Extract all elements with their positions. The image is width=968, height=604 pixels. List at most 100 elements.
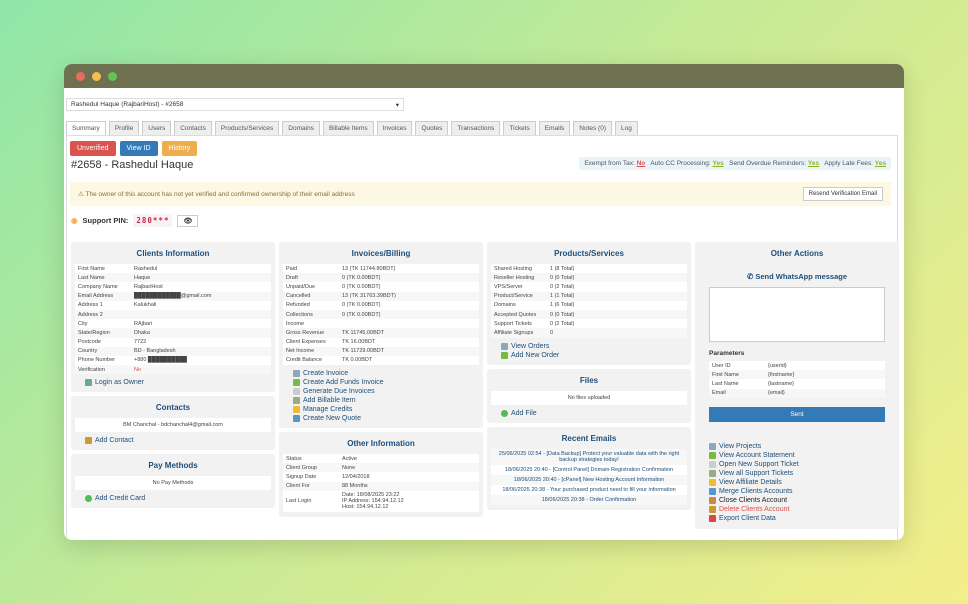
action-icon xyxy=(709,497,716,504)
client-select[interactable]: Rashedul Haque (RajbariHost) - #2658▾ xyxy=(66,98,404,111)
column-4: Other Actions ✆ Send WhatsApp message Pa… xyxy=(695,242,899,533)
add-new-order-link[interactable]: Add New Order xyxy=(491,351,687,360)
table-row: State/RegionDhaka xyxy=(75,328,271,337)
email-item[interactable]: 18/06/2025 20:40 - [cPanel] New Hosting … xyxy=(491,475,687,485)
column-3: Products/Services Shared Hosting1 (8 Tot… xyxy=(487,242,691,514)
table-row: Income xyxy=(283,319,479,328)
late-toggle[interactable]: Yes xyxy=(875,160,886,167)
merge-clients-accounts-link[interactable]: Merge Clients Accounts xyxy=(699,487,895,496)
row-label: Domains xyxy=(491,301,547,310)
create-add-funds-invoice-link[interactable]: Create Add Funds Invoice xyxy=(283,378,479,387)
tab-quotes[interactable]: Quotes xyxy=(415,121,448,135)
table-row: StatusActive xyxy=(283,454,479,463)
browser-window: Rashedul Haque (RajbariHost) - #2658▾ Su… xyxy=(64,64,904,540)
tab-domains[interactable]: Domains xyxy=(282,121,320,135)
add-contact-link[interactable]: Add Contact xyxy=(75,432,271,445)
view-id-button[interactable]: View ID xyxy=(120,141,158,156)
email-item[interactable]: 25/06/2025 02:54 - [Data Backup] Protect… xyxy=(491,449,687,465)
email-item[interactable]: 18/06/2025 20:38 - Your purchased produc… xyxy=(491,485,687,495)
table-row: Postcode7722 xyxy=(75,338,271,347)
action-icon xyxy=(709,461,716,468)
verification-alert: ⚠ The owner of this account has not yet … xyxy=(70,182,891,206)
reveal-pin-button[interactable]: 👁 xyxy=(177,215,198,227)
close-clients-account-link[interactable]: Close Clients Account xyxy=(699,496,895,505)
tab-transactions[interactable]: Transactions xyxy=(451,121,500,135)
delete-clients-account-link[interactable]: Delete Clients Account xyxy=(699,505,895,514)
pin-icon: ◉ xyxy=(71,216,78,225)
view-projects-link[interactable]: View Projects xyxy=(699,442,895,451)
tab-notes-0-[interactable]: Notes (0) xyxy=(573,121,612,135)
row-label: Last Name xyxy=(709,379,765,388)
create-new-quote-link[interactable]: Create New Quote xyxy=(283,414,479,423)
tab-emails[interactable]: Emails xyxy=(539,121,571,135)
cc-label: Auto CC Processing: xyxy=(650,160,710,167)
generate-due-invoices-link[interactable]: Generate Due Invoices xyxy=(283,387,479,396)
login-as-owner-link[interactable]: Login as Owner xyxy=(75,374,271,387)
resend-verification-button[interactable]: Resend Verification Email xyxy=(803,187,883,201)
contact-item[interactable]: BM Chanchal - bdchanchal4@gmail.com xyxy=(75,418,271,432)
client-flags: Exempt from Tax: No Auto CC Processing: … xyxy=(579,157,891,170)
row-label: First Name xyxy=(709,370,765,379)
table-row: Last Name{lastname} xyxy=(709,379,885,388)
view-account-statement-link[interactable]: View Account Statement xyxy=(699,451,895,460)
open-new-support-ticket-link[interactable]: Open New Support Ticket xyxy=(699,460,895,469)
row-label: Cancelled xyxy=(283,292,339,301)
row-value: Dhaka xyxy=(131,328,271,337)
view-orders-link[interactable]: View Orders xyxy=(491,342,687,351)
minimize-dot[interactable] xyxy=(92,72,101,81)
tax-toggle[interactable]: No xyxy=(637,160,646,167)
overdue-toggle[interactable]: Yes xyxy=(808,160,819,167)
view-all-support-tickets-link[interactable]: View all Support Tickets xyxy=(699,469,895,478)
send-button[interactable]: Sent xyxy=(709,407,885,422)
column-2: Invoices/Billing Paid13 (TK 11744.80BDT)… xyxy=(279,242,483,521)
action-icon xyxy=(709,452,716,459)
tab-summary[interactable]: Summary xyxy=(66,121,106,135)
message-textarea[interactable] xyxy=(709,287,885,342)
table-row: Email{email} xyxy=(709,389,885,398)
tab-billable-items[interactable]: Billable Items xyxy=(323,121,374,135)
tab-users[interactable]: Users xyxy=(142,121,171,135)
export-client-data-link[interactable]: Export Client Data xyxy=(699,514,895,523)
row-label: Collections xyxy=(283,310,339,319)
row-value: TK 11745.00BDT xyxy=(339,328,479,337)
email-item[interactable]: 18/06/2025 20:38 - Order Confirmation xyxy=(491,495,687,505)
view-affiliate-details-link[interactable]: View Affiliate Details xyxy=(699,478,895,487)
whatsapp-heading: Send WhatsApp message xyxy=(755,272,847,281)
tab-tickets[interactable]: Tickets xyxy=(503,121,535,135)
unverified-button[interactable]: Unverified xyxy=(70,141,116,156)
cc-toggle[interactable]: Yes xyxy=(712,160,723,167)
tab-invoices[interactable]: Invoices xyxy=(377,121,413,135)
manage-credits-link[interactable]: Manage Credits xyxy=(283,405,479,414)
email-item[interactable]: 18/06/2025 20:40 - [Control Panel] Domai… xyxy=(491,465,687,475)
other-actions-panel: Other Actions ✆ Send WhatsApp message Pa… xyxy=(695,242,899,529)
row-label: Gross Revenue xyxy=(283,328,339,337)
row-label: Postcode xyxy=(75,338,131,347)
row-value: 13 (TK 31763.39BDT) xyxy=(339,292,479,301)
tab-profile[interactable]: Profile xyxy=(109,121,139,135)
create-invoice-link[interactable]: Create Invoice xyxy=(283,369,479,378)
tab-contacts[interactable]: Contacts xyxy=(174,121,212,135)
add-file-link[interactable]: Add File xyxy=(491,405,687,418)
plus-icon xyxy=(85,495,92,502)
plus-icon xyxy=(501,410,508,417)
action-icon xyxy=(709,515,716,522)
add-credit-card-link[interactable]: Add Credit Card xyxy=(75,490,271,503)
close-dot[interactable] xyxy=(76,72,85,81)
row-label: Client Expenses xyxy=(283,338,339,347)
link-label: Export Client Data xyxy=(719,515,776,522)
other-information-panel: Other Information StatusActiveClient Gro… xyxy=(279,432,483,517)
maximize-dot[interactable] xyxy=(108,72,117,81)
table-row: VerificationNo xyxy=(75,365,271,374)
history-button[interactable]: History xyxy=(162,141,198,156)
link-label: Add File xyxy=(511,410,537,417)
table-row: Address 1Kalukhali xyxy=(75,301,271,310)
add-billable-item-link[interactable]: Add Billable Item xyxy=(283,396,479,405)
tab-products-services[interactable]: Products/Services xyxy=(215,121,279,135)
link-label: Create New Quote xyxy=(303,415,361,422)
tab-log[interactable]: Log xyxy=(615,121,638,135)
row-label: Email Address xyxy=(75,292,131,301)
row-label: Net Income xyxy=(283,347,339,356)
table-row: CityRAjbari xyxy=(75,319,271,328)
row-value: Active xyxy=(339,454,479,463)
link-label: Add Contact xyxy=(95,437,134,444)
